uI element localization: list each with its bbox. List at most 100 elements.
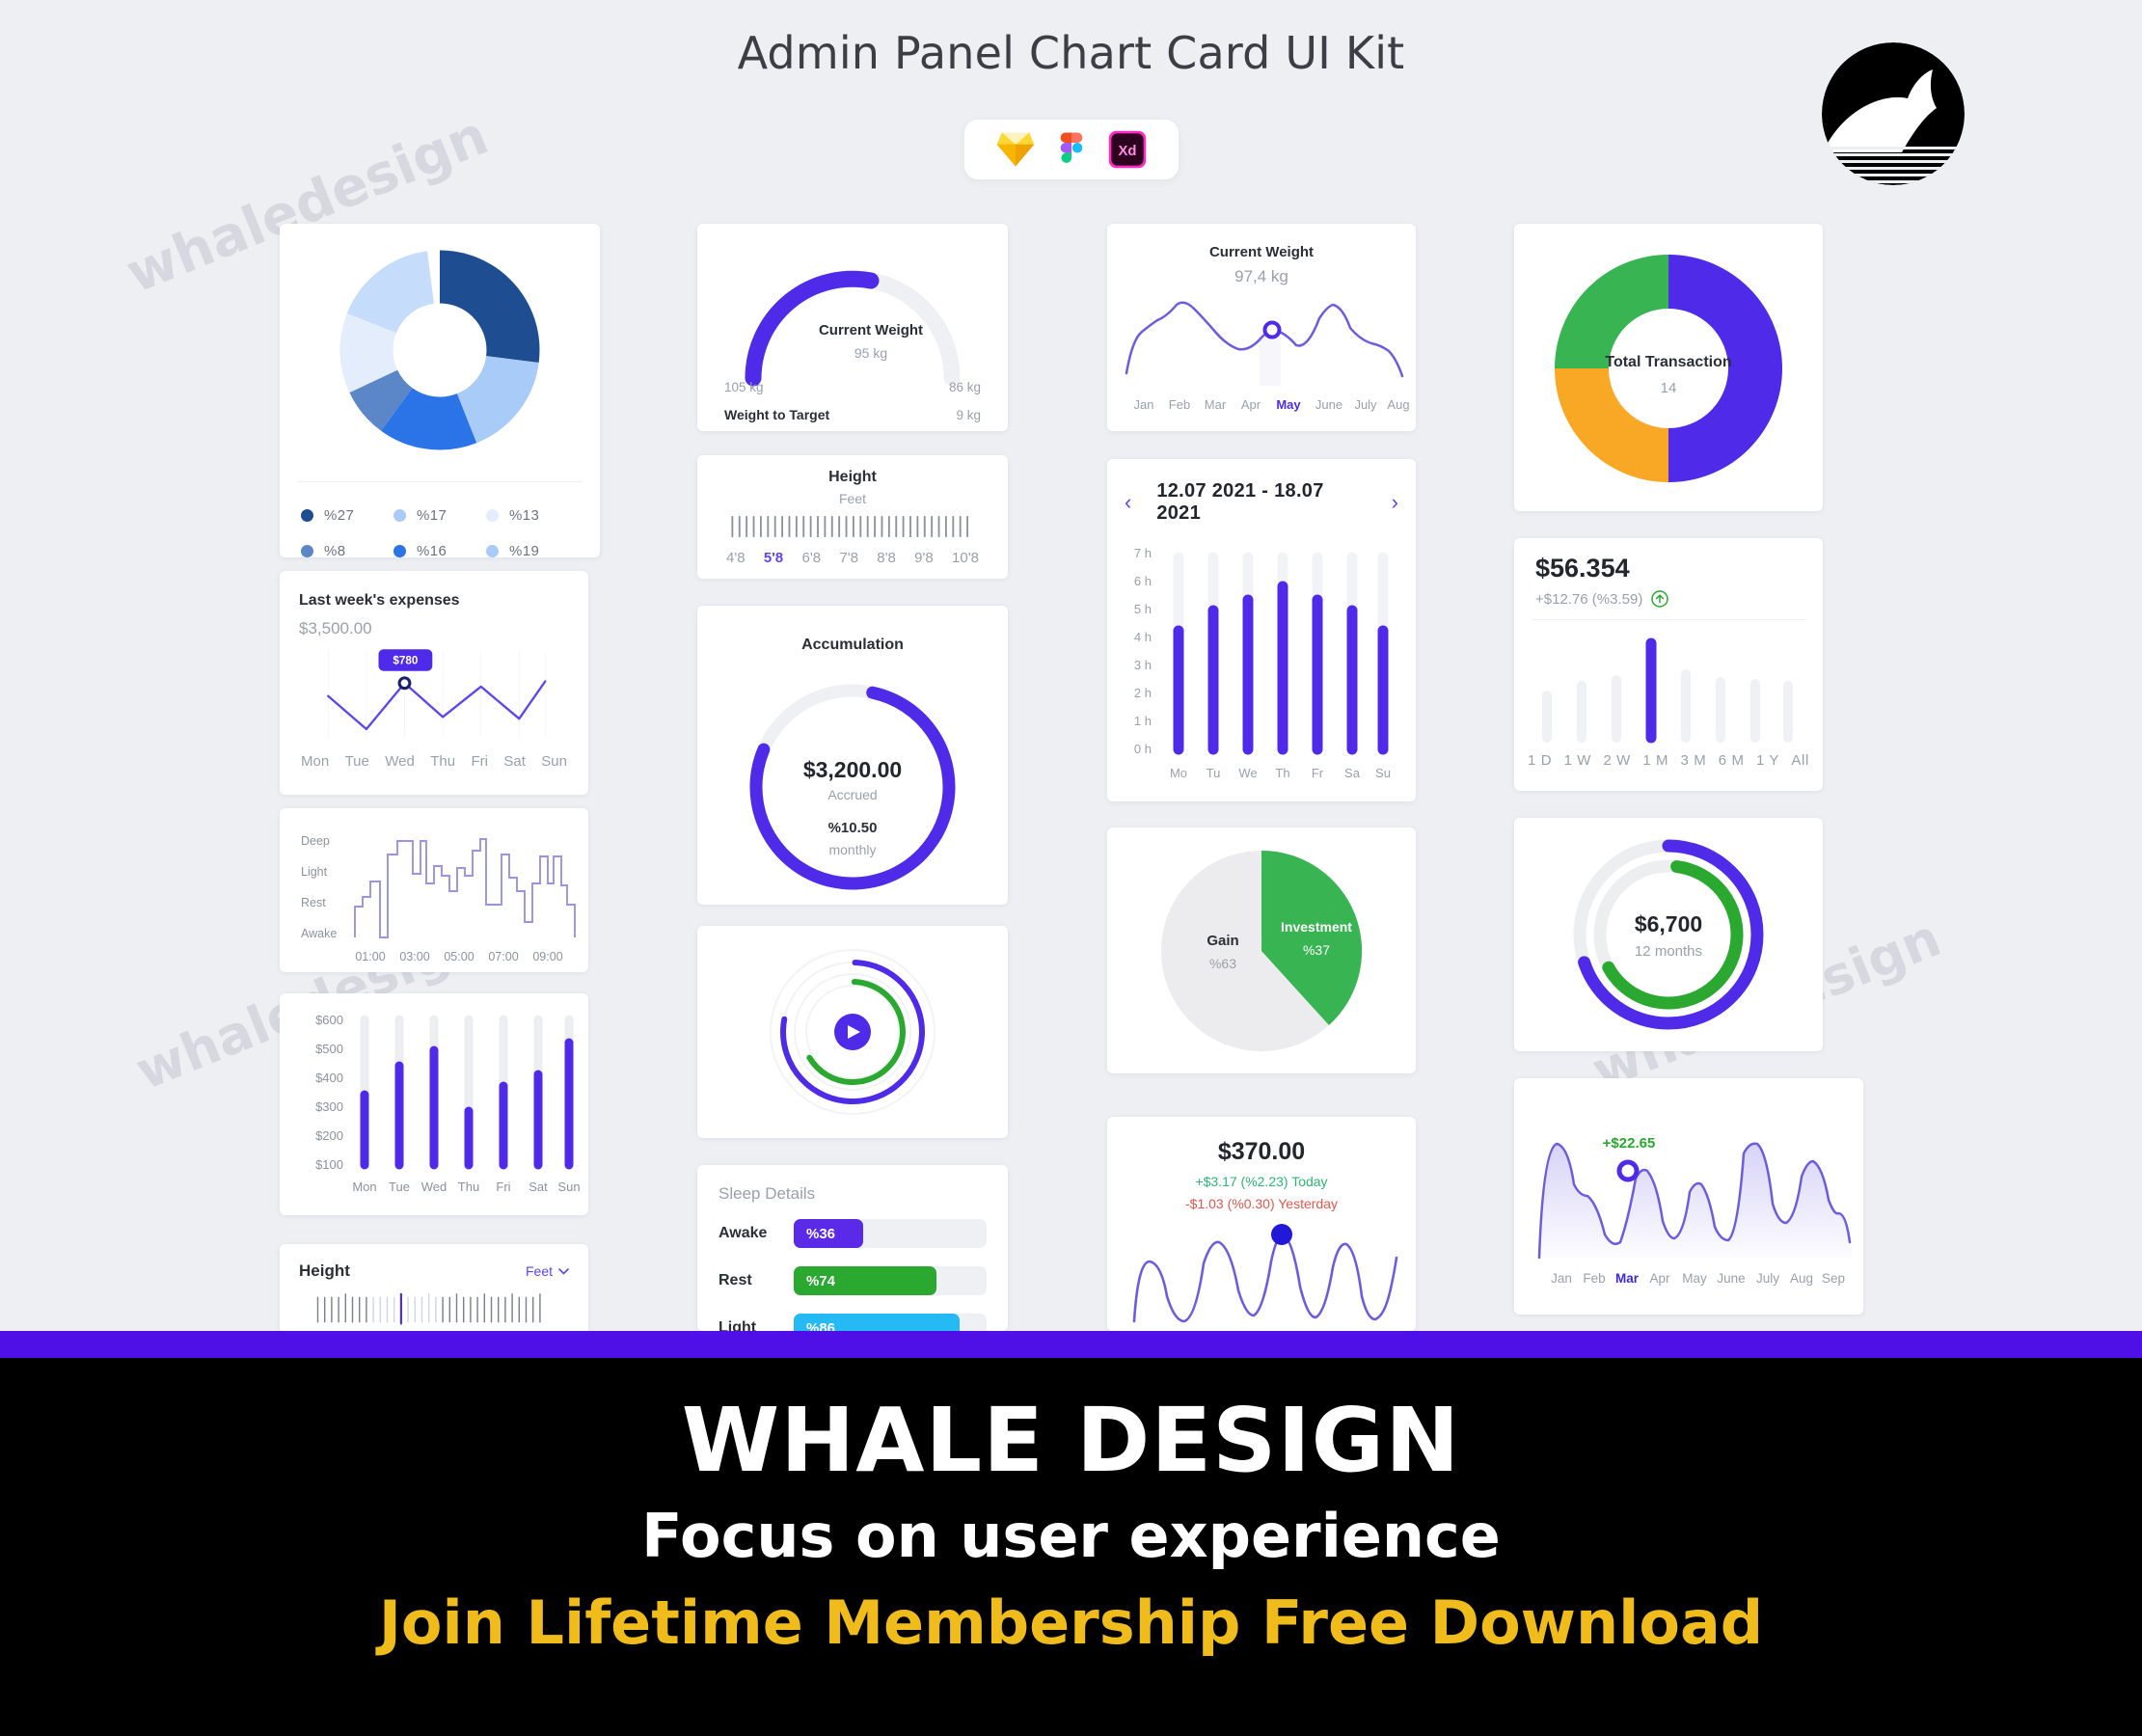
timeframe-option[interactable]: 1 D <box>1528 752 1552 769</box>
card-current-weight-line[interactable]: Current Weight 97,4 kg Jan Feb Mar Apr M… <box>1107 224 1416 431</box>
card-stock-wave[interactable]: $370.00 +$3.17 (%2.23) Today -$1.03 (%0.… <box>1107 1117 1416 1331</box>
purple-divider <box>0 1331 2142 1358</box>
legend-swatch <box>301 545 313 557</box>
axis-tick: 1 h <box>1134 714 1152 728</box>
ruler-tick: 6'8 <box>801 550 822 566</box>
axis-label-month: Sep <box>1822 1271 1845 1286</box>
weight-line-value: 97,4 kg <box>1234 267 1288 285</box>
card-balance-timeframes[interactable]: $56.354 +$12.76 (%3.59) 1 D 1 W 2 W 1 M … <box>1514 538 1823 791</box>
axis-label-day: Mo <box>1170 766 1187 780</box>
balance-change: +$12.76 (%3.59) <box>1535 590 1643 608</box>
sleep-row-track: %74 <box>794 1266 987 1295</box>
footer-tagline: Focus on user experience <box>641 1501 1501 1571</box>
card-accumulation[interactable]: Accumulation $3,200.00 Accrued %10.50 mo… <box>697 606 1008 905</box>
axis-label-day: Thu <box>430 753 456 770</box>
axis-label-day: Sat <box>529 1180 548 1194</box>
axis-label-day: We <box>1238 766 1257 780</box>
axis-label-day: Fri <box>496 1180 510 1194</box>
axis-tick: 7 h <box>1134 546 1152 560</box>
date-range-picker[interactable]: ‹ 12.07 2021 - 18.07 2021 › <box>1125 480 1398 525</box>
height-ruler-title: Height <box>828 469 877 485</box>
legend-label: %16 <box>417 543 447 557</box>
card-progress-rings-play[interactable] <box>697 926 1008 1138</box>
sleep-detail-row: Rest %74 <box>719 1266 987 1295</box>
card-weekly-expense-bars[interactable]: $600 $500 $400 $300 $200 $100 Mon Tue We… <box>280 993 588 1215</box>
stock-marker[interactable] <box>1271 1224 1292 1245</box>
transaction-title: Total Transaction <box>1605 354 1731 370</box>
timeframe-option[interactable]: 6 M <box>1719 752 1745 769</box>
sleep-row-fill: %74 <box>794 1266 936 1295</box>
axis-label-month: June <box>1315 397 1342 412</box>
monthly-area-chart: +$22.65 Jan Feb Mar Apr May June July Au… <box>1537 1135 1854 1286</box>
card-savings-rings[interactable]: $6,700 12 months <box>1514 818 1823 1051</box>
timeframe-option[interactable]: 3 M <box>1681 752 1707 769</box>
timeframe-bar-chart <box>1542 637 1793 744</box>
axis-label-day: Sun <box>557 1180 580 1194</box>
chevron-right-icon[interactable]: › <box>1392 492 1398 513</box>
height-ruler-slider[interactable] <box>299 1292 571 1327</box>
sleep-row-fill: %36 <box>794 1219 863 1248</box>
sleep-row-track: %86 <box>794 1314 987 1331</box>
card-current-weight-gauge[interactable]: Current Weight 95 kg 105 kg 86 kg Weight… <box>697 224 1008 431</box>
unit-dropdown[interactable]: Feet <box>526 1263 569 1279</box>
expenses-total: $3,500.00 <box>299 619 372 637</box>
timeframe-option[interactable]: 1 W <box>1564 752 1591 769</box>
svg-text:Xd: Xd <box>1119 144 1137 159</box>
accumulation-rate: %10.50 <box>828 820 878 836</box>
savings-period: 12 months <box>1635 943 1702 960</box>
card-total-transaction[interactable]: Total Transaction 14 <box>1514 224 1823 511</box>
axis-label-time: 01:00 <box>355 950 385 963</box>
axis-label-month: Mar <box>1205 397 1227 412</box>
card-weekly-hours[interactable]: ‹ 12.07 2021 - 18.07 2021 › 7 h 6 h 5 h … <box>1107 459 1416 801</box>
timeframe-option[interactable]: 2 W <box>1603 752 1630 769</box>
sketch-icon <box>996 132 1035 167</box>
card-gain-investment-pie[interactable]: Gain %63 Investment %37 <box>1107 827 1416 1073</box>
savings-rings-chart: $6,700 12 months <box>1573 839 1764 1030</box>
axis-label-level: Rest <box>301 896 326 909</box>
gauge-footer-label: Weight to Target <box>724 407 829 422</box>
axis-label-day: Fri <box>471 753 488 770</box>
pie-slice-b-value: %37 <box>1303 942 1330 958</box>
pie-slice-b-label: Investment <box>1281 919 1352 935</box>
whale-logo <box>1822 42 1965 185</box>
sleep-detail-row: Awake %36 <box>719 1219 987 1248</box>
card-height-ruler[interactable]: Height Feet 4'8 5'8 6'8 7'8 8'8 9'8 10'8 <box>697 455 1008 579</box>
timeframe-option-selected[interactable]: 1 M <box>1642 752 1668 769</box>
card-sleep-details[interactable]: Sleep Details Awake %36 Rest %74 Light %… <box>697 1165 1008 1331</box>
timeframe-option[interactable]: All <box>1791 752 1808 769</box>
axis-label-day: Mon <box>352 1180 376 1194</box>
weekly-hours-bar-chart: 7 h 6 h 5 h 4 h 3 h 2 h 1 h 0 h Mo Tu We… <box>1134 546 1391 780</box>
stock-amount: $370.00 <box>1218 1138 1305 1165</box>
timeframe-option[interactable]: 1 Y <box>1756 752 1779 769</box>
date-range-label: 12.07 2021 - 18.07 2021 <box>1156 480 1324 524</box>
axis-tick: $500 <box>315 1042 343 1056</box>
weight-line-title: Current Weight <box>1209 244 1314 260</box>
gauge-footer-value: 9 kg <box>956 408 981 422</box>
card-distribution-donut[interactable]: %27 %17 %13 %8 %16 %19 <box>280 224 600 557</box>
area-marker[interactable] <box>1616 1159 1640 1182</box>
sleep-detail-row: Light %86 <box>719 1314 987 1331</box>
axis-tick: $100 <box>315 1157 343 1172</box>
weight-line-marker[interactable] <box>1262 320 1282 339</box>
card-monthly-area[interactable]: +$22.65 Jan Feb Mar Apr May June July Au… <box>1514 1078 1863 1315</box>
legend-swatch <box>486 509 499 522</box>
axis-label-month: Apr <box>1649 1271 1670 1286</box>
card-last-week-expenses[interactable]: Last week's expenses $3,500.00 $780 Mon … <box>280 571 588 795</box>
axis-label-month: Feb <box>1583 1271 1605 1286</box>
axis-label-level: Deep <box>301 834 330 848</box>
axis-label-day: Thu <box>458 1180 479 1194</box>
axis-tick: 5 h <box>1134 602 1152 616</box>
total-transaction-donut: Total Transaction 14 <box>1555 255 1782 482</box>
axis-label-month-selected: Mar <box>1615 1271 1640 1286</box>
chevron-left-icon[interactable]: ‹ <box>1125 492 1131 513</box>
axis-tick: $400 <box>315 1071 343 1085</box>
sleep-stage-chart: Deep Light Rest Awake 01:00 03:00 05:00 … <box>301 834 576 963</box>
area-tooltip: +$22.65 <box>1603 1135 1656 1152</box>
card-sleep-stages[interactable]: Deep Light Rest Awake 01:00 03:00 05:00 … <box>280 808 588 972</box>
expenses-marker[interactable] <box>397 676 412 691</box>
axis-label-month: Feb <box>1169 397 1190 412</box>
footer-cta[interactable]: Join Lifetime Membership Free Download <box>0 1587 2142 1658</box>
axis-label-day: Sun <box>541 753 567 770</box>
axis-label-level: Light <box>301 865 328 879</box>
height-ruler-ticks[interactable] <box>719 515 987 538</box>
